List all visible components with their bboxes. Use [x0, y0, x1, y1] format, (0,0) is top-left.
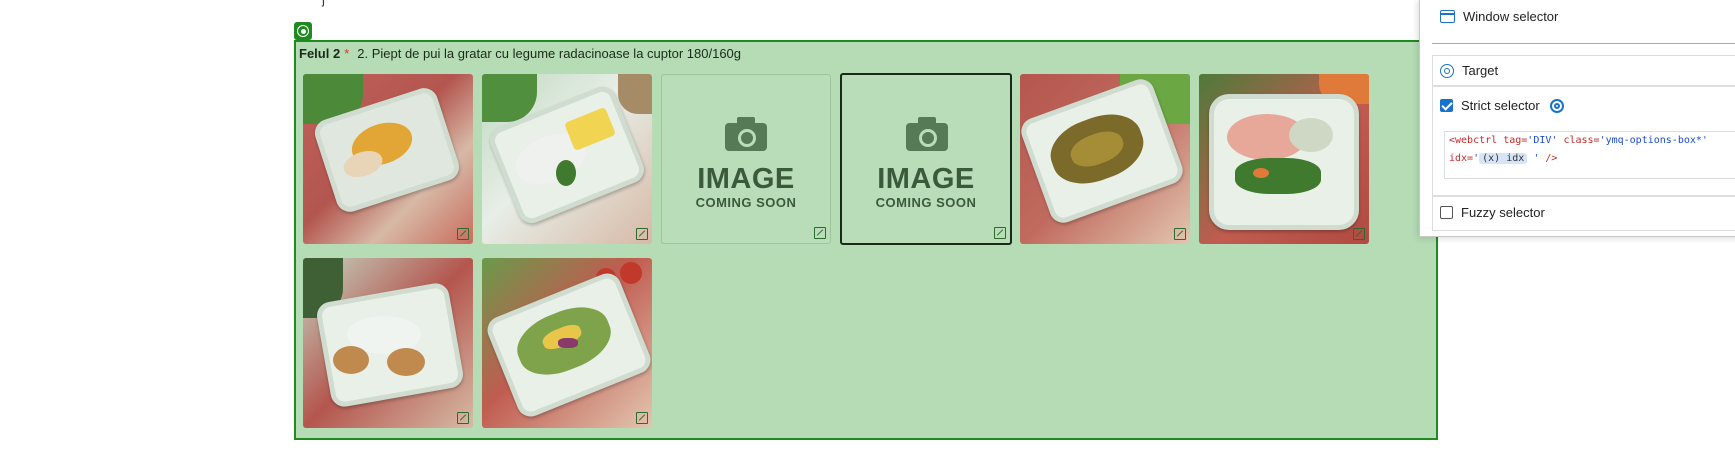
code-open-tag: <webctrl: [1449, 135, 1498, 146]
strict-selector-label: Strict selector: [1461, 98, 1540, 113]
placeholder-text-image: IMAGE: [697, 163, 795, 195]
option-tile-3[interactable]: IMAGE COMING SOON: [661, 74, 831, 244]
highlight-target-icon: [294, 22, 312, 40]
target-icon: [1440, 63, 1454, 78]
fuzzy-selector-label: Fuzzy selector: [1461, 205, 1545, 220]
placeholder-text-image: IMAGE: [877, 163, 975, 195]
expand-icon[interactable]: [636, 412, 648, 424]
strict-selector-checkbox[interactable]: [1440, 99, 1453, 112]
option-tile-5[interactable]: [1020, 74, 1190, 244]
expand-icon[interactable]: [1353, 228, 1365, 240]
fuzzy-selector-checkbox[interactable]: [1440, 206, 1453, 219]
option-tile-6[interactable]: [1199, 74, 1369, 244]
window-selector-label: Window selector: [1463, 9, 1559, 24]
option-tile-1[interactable]: [303, 74, 473, 244]
code-class-value: 'ymq-options-box*': [1599, 135, 1708, 146]
camera-icon: [906, 117, 948, 151]
option-tile-4-selected[interactable]: IMAGE COMING SOON: [840, 73, 1012, 245]
option-tile-2[interactable]: [482, 74, 652, 244]
meal-title: Felul 2 * 2. Piept de pui la gratar cu leg…: [299, 46, 741, 61]
window-selector-row[interactable]: Window selector: [1440, 9, 1558, 24]
code-idx-close: ': [1533, 153, 1540, 164]
strict-selector-row: Strict selector: [1440, 98, 1564, 113]
code-tag-value: 'DIV': [1527, 135, 1558, 146]
target-label: Target: [1462, 63, 1499, 78]
divider: [1432, 43, 1735, 44]
placeholder-text-coming-soon: COMING SOON: [695, 195, 797, 210]
meal-name: 2. Piept de pui la gratar cu legume rada…: [357, 46, 742, 61]
code-close-tag: />: [1545, 153, 1558, 164]
code-idx-variable[interactable]: (x) idx: [1479, 153, 1528, 164]
required-mark: *: [344, 46, 350, 61]
camera-icon: [725, 117, 767, 151]
code-attr-class: class=: [1563, 135, 1600, 146]
option-tile-8[interactable]: [482, 258, 652, 428]
expand-icon[interactable]: [636, 228, 648, 240]
code-attr-idx: idx=: [1449, 153, 1474, 164]
placeholder-text-coming-soon: COMING SOON: [875, 195, 977, 210]
option-tile-7[interactable]: [303, 258, 473, 428]
selector-editor-panel: Window selector Target Strict selector <…: [1419, 0, 1735, 237]
expand-icon[interactable]: [457, 412, 469, 424]
expand-icon[interactable]: [814, 227, 826, 239]
strict-selector-target-icon[interactable]: [1549, 98, 1564, 113]
cutoff-text-fragment: j: [322, 0, 325, 7]
meal-label: Felul 2: [299, 46, 341, 61]
expand-icon[interactable]: [994, 227, 1006, 239]
strict-selector-code[interactable]: <webctrl tag='DIV' class='ymq-options-bo…: [1444, 131, 1735, 179]
code-attr-tag: tag=: [1503, 135, 1528, 146]
expand-icon[interactable]: [457, 228, 469, 240]
expand-icon[interactable]: [1174, 228, 1186, 240]
fuzzy-selector-row: Fuzzy selector: [1440, 205, 1545, 220]
window-icon: [1440, 10, 1455, 23]
target-row[interactable]: Target: [1440, 63, 1498, 78]
